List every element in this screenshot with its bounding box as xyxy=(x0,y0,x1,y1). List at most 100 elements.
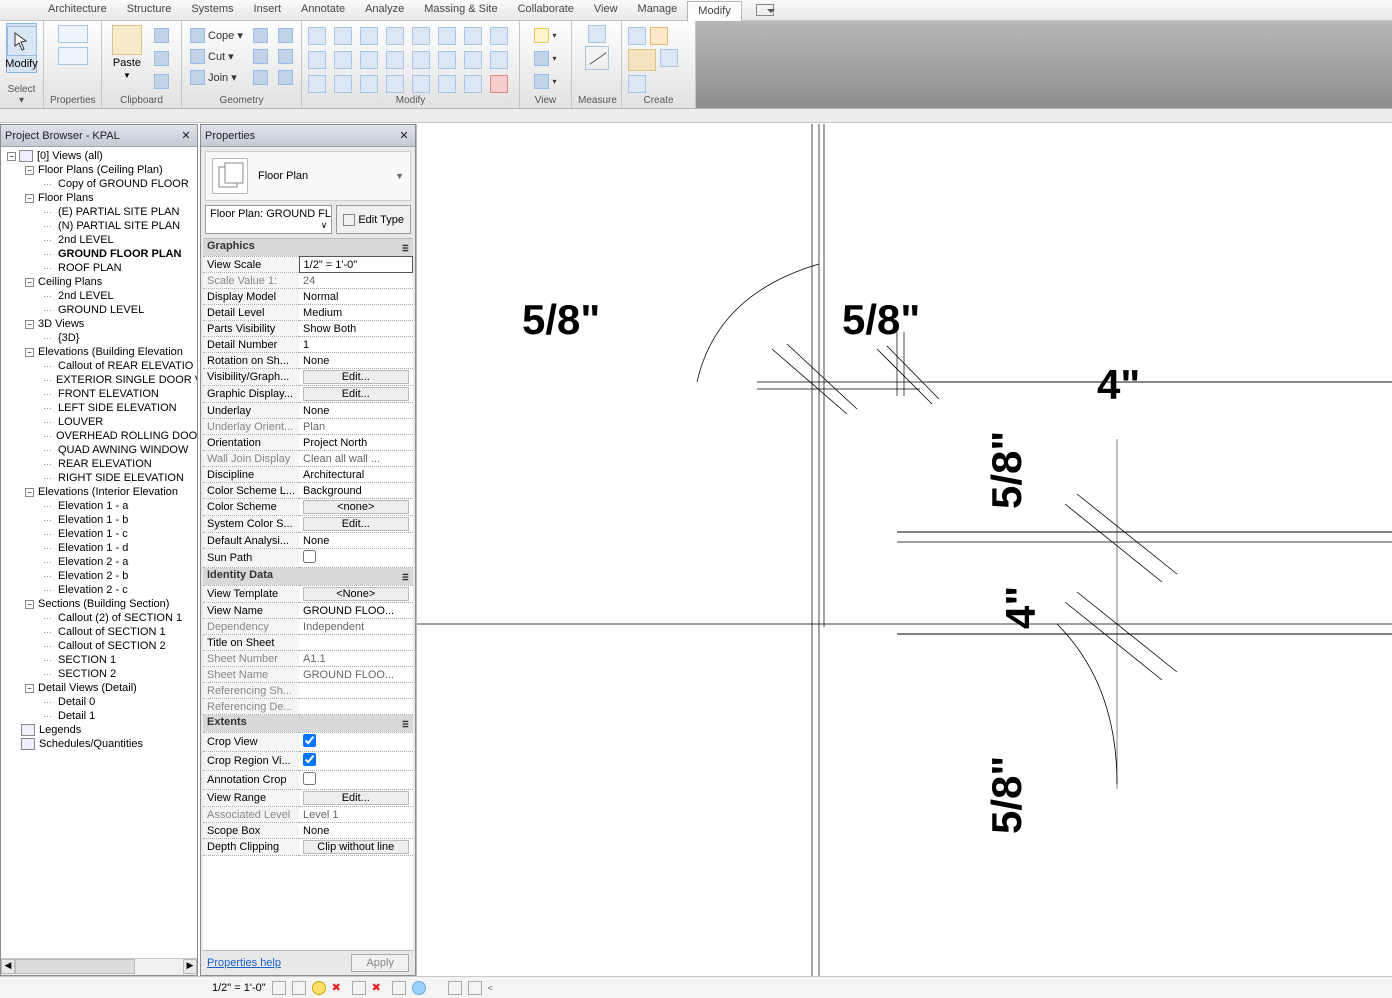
tree-node[interactable]: ⋯Elevation 1 - d xyxy=(1,541,197,555)
prop-value[interactable]: 1 xyxy=(299,337,412,353)
tree-node[interactable]: −[0̤] Views (all) xyxy=(1,149,197,163)
modify-icon[interactable] xyxy=(412,27,430,45)
tree-node[interactable]: ⋯QUAD AWNING WINDOW xyxy=(1,443,197,457)
modify-icon[interactable] xyxy=(412,75,430,93)
menu-tab-annotate[interactable]: Annotate xyxy=(291,0,355,20)
checkbox[interactable] xyxy=(303,753,316,766)
modify-icon[interactable] xyxy=(334,75,352,93)
close-icon[interactable]: ✕ xyxy=(397,128,411,142)
edit-button[interactable]: <none> xyxy=(303,500,408,514)
type-selector[interactable]: Floor Plan ▼ xyxy=(205,151,411,201)
apply-button[interactable]: Apply xyxy=(351,954,409,972)
prop-value[interactable]: None xyxy=(299,533,412,549)
prop-value[interactable] xyxy=(299,549,412,568)
create-icon[interactable] xyxy=(628,27,646,45)
modify-icon[interactable] xyxy=(464,27,482,45)
tree-node[interactable]: ⋯(N) PARTIAL SITE PLAN xyxy=(1,219,197,233)
tree-node[interactable]: Schedules/Quantities xyxy=(1,737,197,751)
menu-tab-structure[interactable]: Structure xyxy=(117,0,182,20)
cut-icon[interactable] xyxy=(152,27,171,44)
tree-node[interactable]: −Detail Views (Detail) xyxy=(1,681,197,695)
prop-value[interactable] xyxy=(299,699,412,715)
menu-tab-collaborate[interactable]: Collaborate xyxy=(508,0,584,20)
prop-value[interactable]: <None> xyxy=(299,586,412,603)
menu-tab-massingsite[interactable]: Massing & Site xyxy=(414,0,507,20)
prop-value[interactable]: Edit... xyxy=(299,386,412,403)
prop-input[interactable] xyxy=(304,259,408,271)
checkbox[interactable] xyxy=(303,550,316,563)
measure-button[interactable] xyxy=(578,23,615,72)
prop-value[interactable]: None xyxy=(299,823,412,839)
tree-node[interactable]: ⋯{3D} xyxy=(1,331,197,345)
tree-node[interactable]: ⋯Elevation 1 - a xyxy=(1,499,197,513)
tree-node[interactable]: ⋯2nd LEVEL xyxy=(1,233,197,247)
status-icon[interactable] xyxy=(292,981,306,995)
expand-icon[interactable]: − xyxy=(25,194,34,203)
checkbox[interactable] xyxy=(303,772,316,785)
modify-icon[interactable] xyxy=(386,27,404,45)
prop-value[interactable]: GROUND FLOO... xyxy=(299,667,412,683)
status-icon[interactable] xyxy=(468,981,482,995)
tree-node[interactable]: ⋯OVERHEAD ROLLING DOO xyxy=(1,429,197,443)
edit-button[interactable]: Clip without line xyxy=(303,840,408,854)
tree-node[interactable]: ⋯REAR ELEVATION xyxy=(1,457,197,471)
prop-value[interactable]: Show Both xyxy=(299,321,412,337)
prop-value[interactable] xyxy=(299,771,412,790)
properties-help-link[interactable]: Properties help xyxy=(207,957,281,969)
tree-node[interactable]: ⋯Elevation 2 - b xyxy=(1,569,197,583)
modify-icon[interactable] xyxy=(412,51,430,69)
status-icon[interactable] xyxy=(392,981,406,995)
instance-selector[interactable]: Floor Plan: GROUND FL ∨ xyxy=(205,205,332,234)
modify-icon[interactable] xyxy=(490,51,508,69)
tree-node[interactable]: −Floor Plans xyxy=(1,191,197,205)
menu-tab-view[interactable]: View xyxy=(584,0,628,20)
properties-button[interactable] xyxy=(50,23,95,67)
modify-icon[interactable] xyxy=(334,51,352,69)
geom-icon-4[interactable] xyxy=(276,48,295,65)
edit-button[interactable]: Edit... xyxy=(303,370,408,384)
tree-node[interactable]: ⋯2nd LEVEL xyxy=(1,289,197,303)
prop-value[interactable]: Independent xyxy=(299,619,412,635)
tree-node[interactable]: ⋯Callout of REAR ELEVATIO xyxy=(1,359,197,373)
category-header[interactable]: Graphicsⲷ xyxy=(203,239,413,257)
group-select[interactable]: Select ▾ xyxy=(6,82,37,108)
prop-value[interactable]: None xyxy=(299,353,412,369)
menu-tab-systems[interactable]: Systems xyxy=(181,0,243,20)
modify-icon[interactable] xyxy=(386,75,404,93)
prop-value[interactable] xyxy=(299,752,412,771)
modify-icon[interactable] xyxy=(308,27,326,45)
menu-tab-analyze[interactable]: Analyze xyxy=(355,0,414,20)
view-icon-1[interactable]: ▾ xyxy=(532,27,558,44)
tree-node[interactable]: −3D Views xyxy=(1,317,197,331)
tree-node[interactable]: Legends xyxy=(1,723,197,737)
prop-value[interactable]: GROUND FLOO... xyxy=(299,603,412,619)
tree-node[interactable]: ⋯Callout (2) of SECTION 1 xyxy=(1,611,197,625)
modify-icon[interactable] xyxy=(464,75,482,93)
prop-value[interactable]: None xyxy=(299,403,412,419)
tree-node[interactable]: −Elevations (Interior Elevation xyxy=(1,485,197,499)
tree-node[interactable]: ⋯Callout of SECTION 1 xyxy=(1,625,197,639)
tree-node[interactable]: ⋯Elevation 1 - b xyxy=(1,513,197,527)
cut-button[interactable]: Cut ▾ xyxy=(188,48,245,65)
properties-title[interactable]: Properties ✕ xyxy=(201,125,415,147)
tree-node[interactable]: ⋯RIGHT SIDE ELEVATION xyxy=(1,471,197,485)
tree-node[interactable]: ⋯Detail 1 xyxy=(1,709,197,723)
view-icon-2[interactable]: ▾ xyxy=(532,50,558,67)
tree-node[interactable]: ⋯FRONT ELEVATION xyxy=(1,387,197,401)
prop-value[interactable]: <none> xyxy=(299,499,412,516)
geom-icon-3[interactable] xyxy=(251,48,270,65)
tree-node[interactable]: ⋯Callout of SECTION 2 xyxy=(1,639,197,653)
prop-value[interactable]: Background xyxy=(299,483,412,499)
tree-node[interactable]: ⋯Elevation 2 - a xyxy=(1,555,197,569)
status-icon[interactable] xyxy=(448,981,462,995)
modify-icon[interactable] xyxy=(386,51,404,69)
edit-button[interactable]: Edit... xyxy=(303,517,408,531)
tree-node[interactable]: ⋯SECTION 2 xyxy=(1,667,197,681)
tree-node[interactable]: −Sections (Building Section) xyxy=(1,597,197,611)
geom-icon-2[interactable] xyxy=(276,27,295,44)
prop-value[interactable]: Project North xyxy=(299,435,412,451)
expand-icon[interactable]: − xyxy=(25,488,34,497)
expand-icon[interactable]: − xyxy=(25,320,34,329)
dropdown-icon[interactable]: ▼ xyxy=(395,171,404,181)
expand-icon[interactable]: − xyxy=(25,278,34,287)
